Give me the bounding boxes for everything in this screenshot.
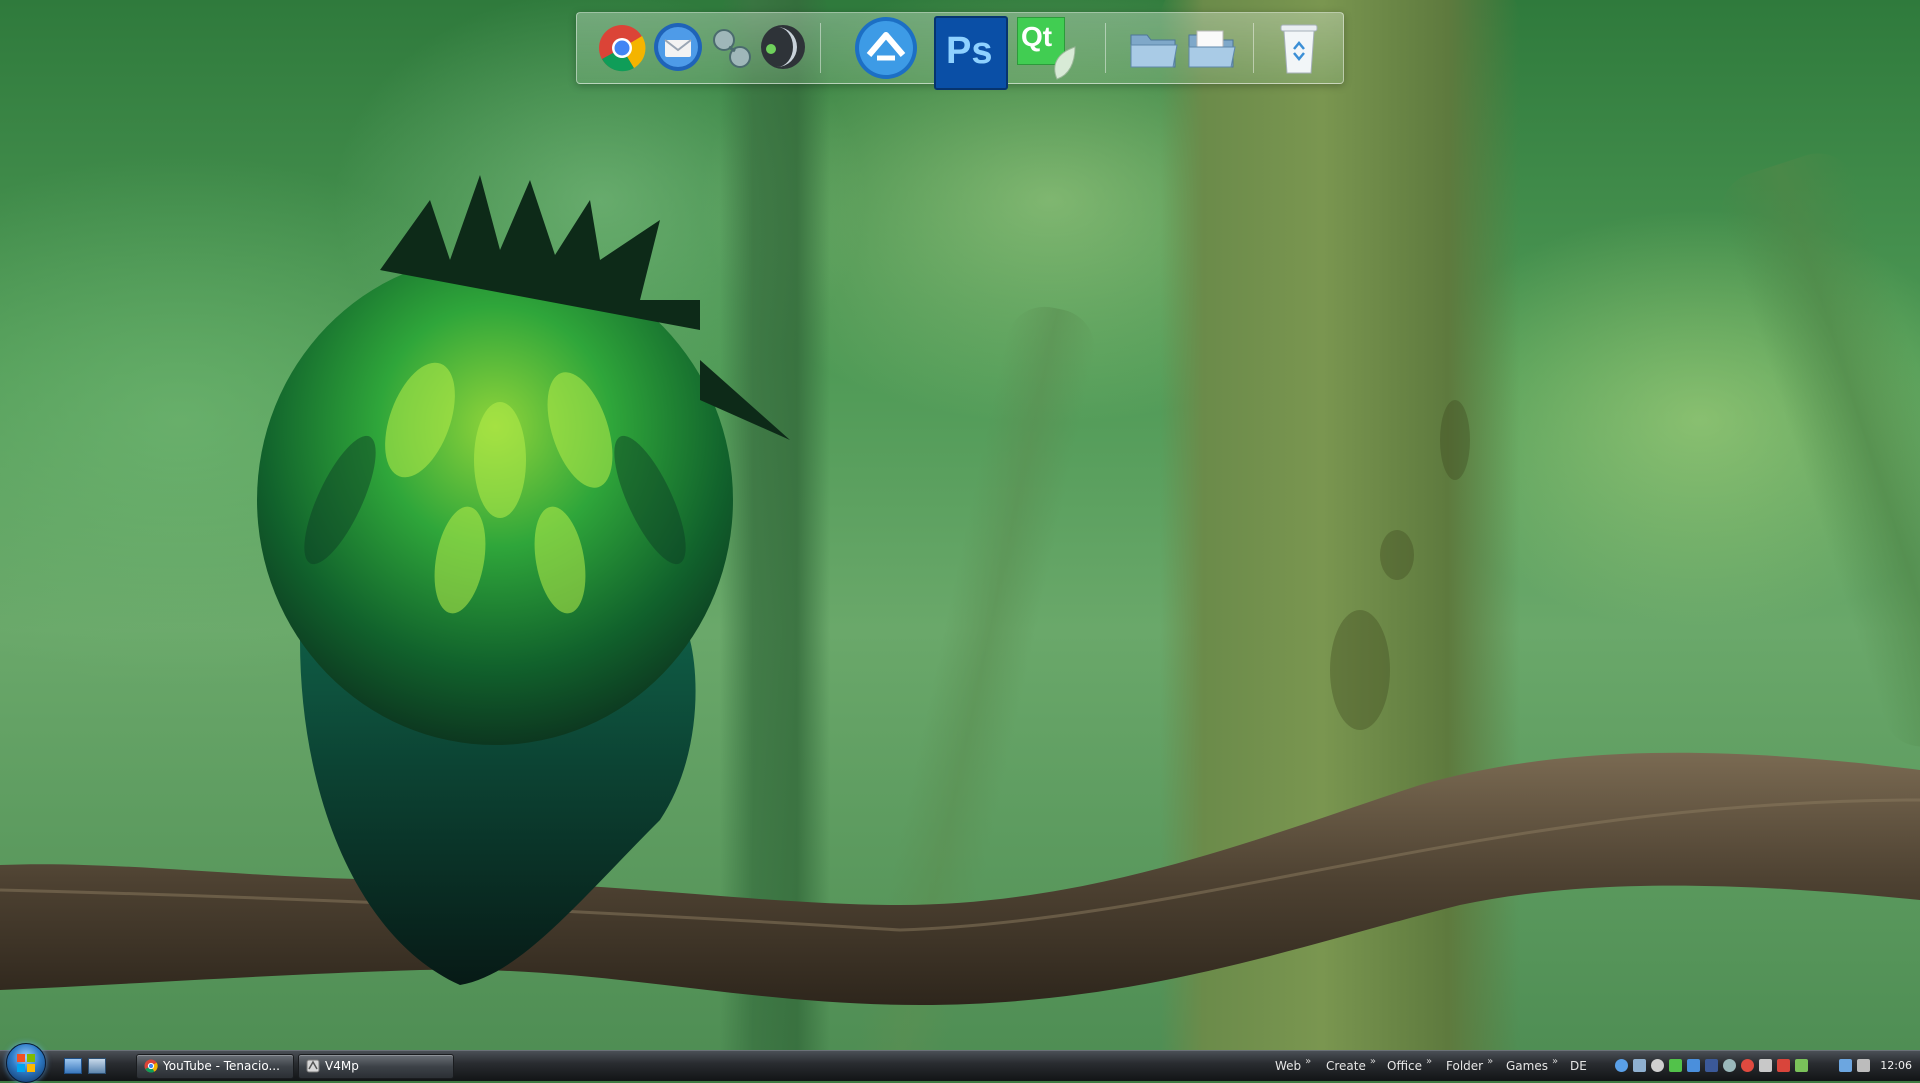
toolbar-office[interactable]: Office» (1387, 1051, 1432, 1081)
thunderbird-icon[interactable] (652, 21, 704, 73)
open-folder-icon[interactable] (1185, 23, 1239, 73)
taskbar-button-youtube[interactable]: YouTube - Tenacio... (136, 1054, 294, 1079)
taskbar-button-label: YouTube - Tenacio... (163, 1059, 280, 1073)
toolbar-create[interactable]: Create» (1326, 1051, 1376, 1081)
chevron-icon: » (1305, 1056, 1312, 1067)
application-dock: Ps Qt (576, 12, 1344, 90)
taskbar: YouTube - Tenacio... V4Mp Web» Create» O… (0, 1043, 1920, 1083)
taskbar-button-label: V4Mp (325, 1059, 359, 1073)
steam-icon[interactable] (1651, 1059, 1664, 1072)
toolbar-web-label: Web (1275, 1059, 1302, 1073)
toolbar-games-label: Games (1506, 1059, 1548, 1073)
aptana-icon[interactable] (853, 15, 919, 81)
language-label: DE (1570, 1059, 1587, 1073)
switch-windows-icon[interactable] (88, 1058, 106, 1074)
recycle-bin-icon[interactable] (1277, 19, 1321, 77)
twitter-icon[interactable] (1687, 1059, 1700, 1072)
facebook-icon[interactable] (1705, 1059, 1718, 1072)
dock-separator (820, 23, 821, 73)
toolbar-create-label: Create (1326, 1059, 1366, 1073)
start-button[interactable] (6, 1043, 46, 1083)
update-icon[interactable] (1795, 1059, 1808, 1072)
qt-creator-icon[interactable]: Qt (1017, 17, 1081, 81)
antivirus-icon[interactable] (1741, 1059, 1754, 1072)
show-desktop-icon[interactable] (64, 1058, 82, 1074)
volume-icon[interactable] (1857, 1059, 1870, 1072)
dock-separator (1105, 23, 1106, 73)
usb-icon[interactable] (1759, 1059, 1772, 1072)
display-icon[interactable] (1633, 1059, 1646, 1072)
dock-separator (1253, 23, 1254, 73)
chevron-icon: » (1487, 1056, 1494, 1067)
chrome-icon[interactable] (597, 23, 647, 73)
chevron-icon: » (1551, 1056, 1559, 1067)
pidgin-icon[interactable] (1723, 1059, 1736, 1072)
toolbar-office-label: Office (1387, 1059, 1423, 1073)
network-connection-icon[interactable] (1839, 1059, 1852, 1072)
taskbar-button-v4mp[interactable]: V4Mp (298, 1054, 454, 1079)
winamp-icon[interactable] (757, 21, 809, 73)
toolbar-web[interactable]: Web» (1275, 1051, 1311, 1081)
pidgin-icon[interactable] (707, 23, 757, 73)
clock[interactable]: 12:06 (1880, 1051, 1912, 1081)
branch (0, 752, 1920, 1005)
network-icon[interactable] (1615, 1059, 1628, 1072)
language-indicator[interactable]: DE (1570, 1051, 1587, 1081)
chevron-icon: » (1426, 1056, 1433, 1067)
chevron-icon: » (1369, 1056, 1376, 1067)
toolbar-games[interactable]: Games» (1506, 1051, 1558, 1081)
toolbar-folder[interactable]: Folder» (1446, 1051, 1493, 1081)
alert-icon[interactable] (1777, 1059, 1790, 1072)
toolbar-folder-label: Folder (1446, 1059, 1484, 1073)
chat-icon[interactable] (1669, 1059, 1682, 1072)
photoshop-icon[interactable]: Ps (934, 16, 1008, 90)
app-icon (306, 1059, 320, 1073)
folder-icon[interactable] (1127, 23, 1181, 73)
chrome-icon (144, 1059, 158, 1073)
photoshop-icon-label: Ps (946, 30, 993, 72)
bird-on-branch-illustration (0, 175, 1920, 1005)
windows-logo-icon (17, 1054, 35, 1072)
desktop-wallpaper (0, 0, 1920, 1050)
